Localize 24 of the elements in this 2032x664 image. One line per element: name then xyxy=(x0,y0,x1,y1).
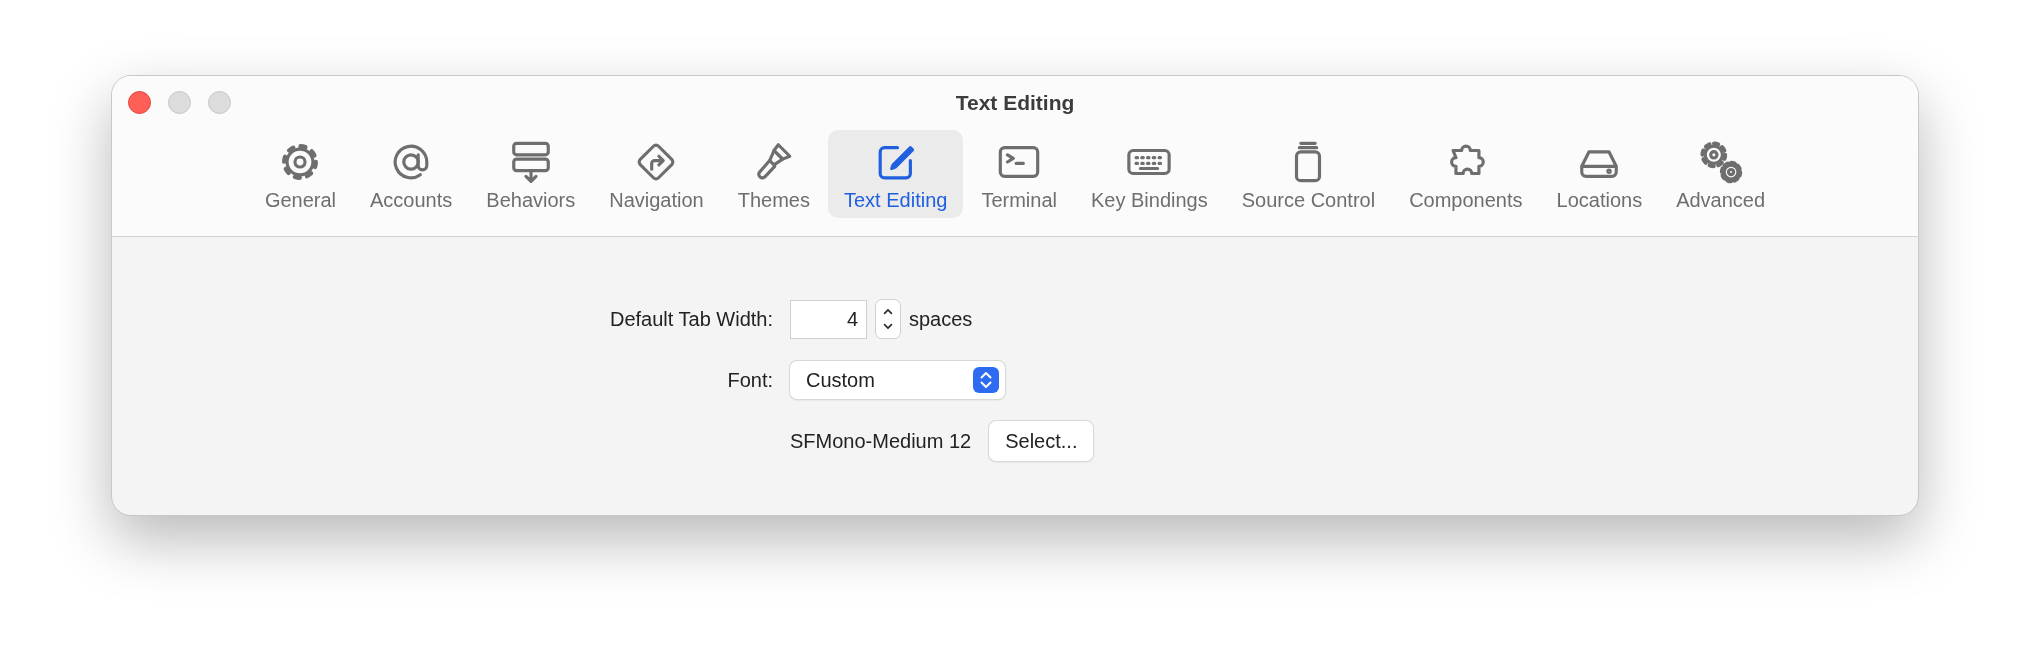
toolbar-tab[interactable]: Text Editing xyxy=(828,130,964,218)
toolbar-tab[interactable]: Locations xyxy=(1540,130,1659,218)
chevrons-icon xyxy=(973,367,999,393)
toolbar-tab[interactable]: Navigation xyxy=(593,130,720,218)
unit-label: spaces xyxy=(909,307,973,331)
font-name: SFMono-Medium 12 xyxy=(790,429,972,453)
select-button[interactable]: Select... xyxy=(989,421,1094,461)
toolbar-tab[interactable]: Accounts xyxy=(354,130,469,218)
toolbar-tab[interactable]: Behaviors xyxy=(470,130,592,218)
toolbar-tab[interactable]: Source Control xyxy=(1225,130,1392,218)
toolbar-tab[interactable]: Key Bindings xyxy=(1074,130,1224,218)
gears-icon xyxy=(1697,139,1744,185)
field-label: Default Tab Width: xyxy=(608,307,773,331)
toolbar-tab[interactable]: Advanced xyxy=(1660,130,1782,218)
close-button[interactable] xyxy=(128,91,151,114)
toolbar-tab[interactable]: Terminal xyxy=(965,130,1073,218)
toolbar-tab[interactable]: Themes xyxy=(721,130,826,218)
field-label: Font: xyxy=(726,368,773,392)
font-dropdown[interactable]: Custom xyxy=(790,361,1005,399)
stepper[interactable] xyxy=(875,299,901,339)
toolbar-tab[interactable]: Components xyxy=(1393,130,1539,218)
toolbar-tab[interactable]: General xyxy=(248,130,353,218)
window-title: Text Editing xyxy=(955,91,1075,115)
tab-width-field[interactable]: 4 xyxy=(790,299,867,339)
